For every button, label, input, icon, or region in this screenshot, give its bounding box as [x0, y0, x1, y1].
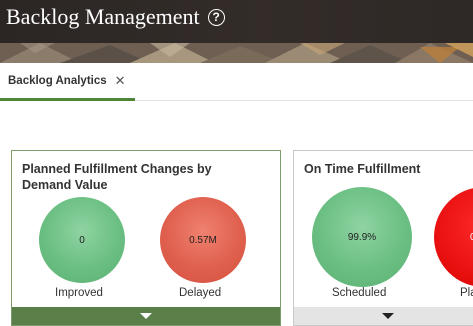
on-time-fulfillment-card[interactable]: On Time Fulfillment 99.9% Scheduled 0 Pl…: [293, 150, 473, 326]
tab-backlog-analytics[interactable]: Backlog Analytics ✕: [0, 63, 135, 101]
tab-bar: Backlog Analytics ✕: [0, 63, 473, 101]
bubble-label: Pla: [460, 287, 473, 299]
header-title-group: Backlog Management ?: [6, 4, 225, 30]
bubble-value: 99.9%: [347, 231, 377, 243]
bubble-value: 0.57M: [189, 234, 217, 246]
scheduled-bubble[interactable]: 99.9%: [312, 187, 412, 287]
triangle-down-icon: [382, 313, 394, 319]
card-title: Planned Fulfillment Changes by Demand Va…: [22, 162, 212, 192]
bubble-label: Delayed: [179, 287, 222, 299]
improved-bubble[interactable]: 0: [39, 197, 125, 283]
expand-bar[interactable]: [294, 307, 473, 325]
expand-bar[interactable]: [12, 307, 280, 325]
bubble-label: Improved: [55, 287, 103, 299]
triangle-down-icon: [140, 313, 152, 319]
planned-fulfillment-changes-card[interactable]: Planned Fulfillment Changes by Demand Va…: [11, 150, 281, 326]
card-title: On Time Fulfillment: [304, 162, 421, 176]
close-icon[interactable]: ✕: [115, 74, 126, 87]
bubble-label: Scheduled: [332, 287, 387, 299]
header-banner: Backlog Management ?: [0, 0, 473, 63]
bubble-value: 0: [79, 234, 85, 246]
delayed-bubble[interactable]: 0.57M: [160, 197, 246, 283]
decorative-banner-pattern: [0, 43, 473, 63]
tab-label: Backlog Analytics: [8, 74, 107, 87]
help-circle-icon[interactable]: ?: [207, 8, 225, 26]
page-title: Backlog Management: [6, 4, 200, 29]
backlog-management-page: Backlog Management ? Backlog Analytics ✕…: [0, 0, 473, 326]
planned-bubble[interactable]: 0: [434, 187, 473, 287]
